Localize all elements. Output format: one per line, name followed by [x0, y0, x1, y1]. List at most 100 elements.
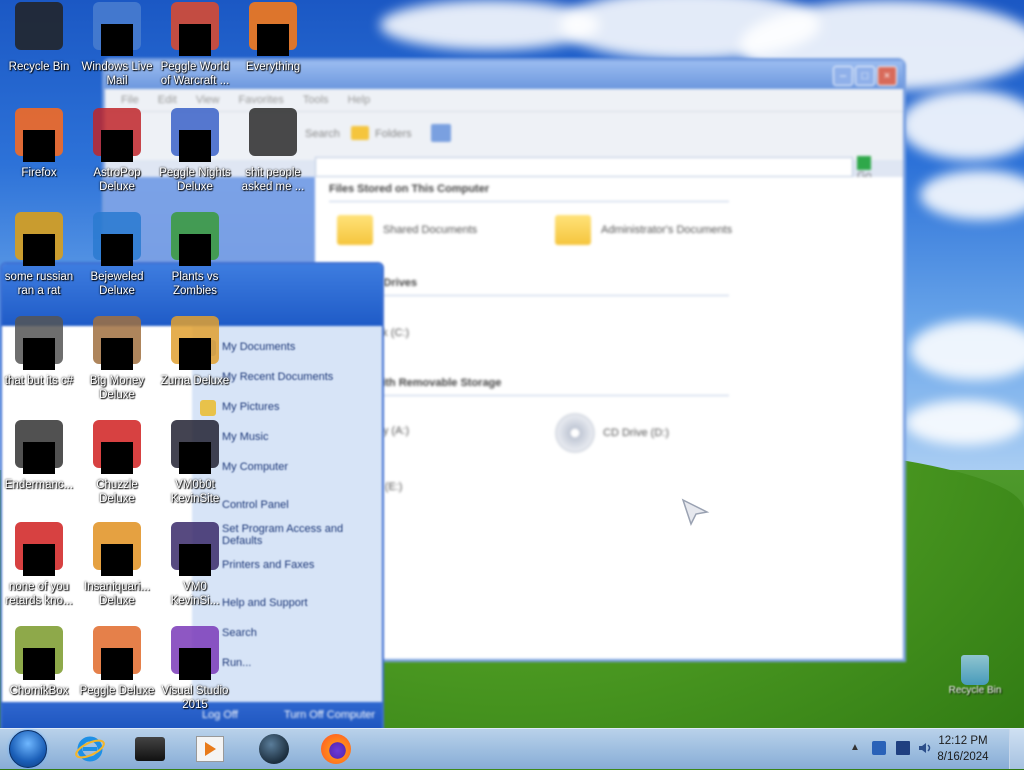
desktop-icon-label: Peggle Nights Deluxe — [159, 167, 231, 193]
desktop-icon-label: shit people asked me ... — [241, 167, 305, 193]
desktop-icon[interactable]: Big Money Deluxe — [78, 316, 156, 408]
start-item-program-access[interactable]: Set Program Access and Defaults — [222, 523, 362, 547]
redaction-box — [179, 544, 211, 576]
desktop-icon[interactable]: ChomikBox — [0, 626, 78, 718]
taskbar-globe-app[interactable] — [252, 731, 296, 767]
folders-toolbar-button[interactable]: Folders — [375, 128, 412, 140]
desktop-icon[interactable]: Plants vs Zombies — [156, 212, 234, 304]
redaction-box — [101, 130, 133, 162]
start-button[interactable] — [6, 730, 50, 768]
desktop-icon-label: Peggle World of Warcraft ... — [160, 61, 230, 87]
admin-documents-item[interactable]: Administrator's Documents — [555, 215, 732, 245]
menu-favorites[interactable]: Favorites — [239, 94, 284, 106]
desktop-icon[interactable]: Bejeweled Deluxe — [78, 212, 156, 304]
desktop-icon-label: Endermanc... — [4, 479, 74, 491]
desktop-icon[interactable]: AstroPop Deluxe — [78, 108, 156, 200]
desktop-icon[interactable]: Peggle Deluxe — [78, 626, 156, 718]
redaction-box — [101, 442, 133, 474]
turn-off-button[interactable]: Turn Off Computer — [284, 709, 375, 721]
desktop-icon[interactable]: Peggle World of Warcraft ... — [156, 2, 234, 94]
maximize-button[interactable]: □ — [855, 66, 875, 86]
show-hidden-icons-icon[interactable]: ▲ — [850, 742, 864, 756]
desktop-icon[interactable]: Firefox — [0, 108, 78, 200]
taskbar-black-app[interactable] — [128, 731, 172, 767]
shared-documents-item[interactable]: Shared Documents — [337, 215, 477, 245]
globe-app-icon — [259, 734, 289, 764]
start-item-help[interactable]: Help and Support — [222, 597, 308, 609]
desktop-icon[interactable]: none of you retards kno... — [0, 522, 78, 614]
tray-app-icon[interactable] — [872, 741, 886, 755]
black-app-icon — [135, 737, 165, 761]
media-player-icon — [196, 736, 224, 762]
address-bar-input[interactable] — [315, 157, 853, 177]
desktop-icon-label: Recycle Bin — [8, 61, 70, 73]
cd-drive-icon — [555, 413, 595, 453]
desktop-icon-label: VM0b0t KevinSite — [170, 479, 220, 505]
redaction-box — [23, 130, 55, 162]
redaction-box — [23, 442, 55, 474]
item-label: Administrator's Documents — [601, 223, 733, 236]
section-divider — [329, 395, 729, 396]
desktop-icon[interactable]: Visual Studio 2015 — [156, 626, 234, 718]
desktop-icon[interactable]: Peggle Nights Deluxe — [156, 108, 234, 200]
minimize-button[interactable]: – — [833, 66, 853, 86]
redaction-box — [23, 234, 55, 266]
desktop-icon[interactable]: shit people asked me ... — [234, 108, 312, 200]
menu-help[interactable]: Help — [348, 94, 371, 106]
folder-icon — [351, 126, 369, 140]
menu-file[interactable]: File — [121, 94, 139, 106]
taskbar-internet-explorer[interactable] — [68, 731, 112, 767]
desktop-icon-label: Chuzzle Deluxe — [96, 479, 138, 505]
redaction-box — [179, 648, 211, 680]
start-item-printers[interactable]: Printers and Faxes — [222, 559, 314, 571]
desktop-icon-label: Windows Live Mail — [81, 61, 153, 87]
taskbar-media-player[interactable] — [188, 731, 232, 767]
clock[interactable]: 12:12 PM 8/16/2024 — [928, 733, 998, 765]
menu-view[interactable]: View — [196, 94, 220, 106]
recycle-bin-icon — [15, 2, 63, 50]
cd-drive-item[interactable]: CD Drive (D:) — [555, 413, 669, 453]
clock-time: 12:12 PM — [938, 735, 988, 747]
item-label: CD Drive (D:) — [603, 426, 669, 439]
firefox-icon — [321, 734, 351, 764]
desktop-icon[interactable]: Windows Live Mail — [78, 2, 156, 94]
views-icon[interactable] — [431, 124, 451, 142]
window-content: Files Stored on This Computer Shared Doc… — [315, 177, 903, 659]
desktop-icon-label: Firefox — [21, 167, 57, 179]
desktop-icon[interactable]: Zuma Deluxe — [156, 316, 234, 408]
taskbar-firefox[interactable] — [314, 731, 358, 767]
internet-explorer-icon — [75, 736, 105, 762]
desktop-icon-label: ChomikBox — [9, 685, 69, 697]
desktop-icon-label: Visual Studio 2015 — [161, 685, 229, 711]
desktop-icon[interactable]: Insaniquari... Deluxe — [78, 522, 156, 614]
folder-icon — [337, 215, 373, 245]
desktop-icon-label: Big Money Deluxe — [89, 375, 145, 401]
desktop-icon[interactable]: Recycle Bin — [0, 2, 78, 94]
redaction-box — [179, 442, 211, 474]
desktop-icon[interactable]: Everything — [234, 2, 312, 94]
menu-tools[interactable]: Tools — [303, 94, 329, 106]
recycle-bin-label: Recycle Bin — [948, 685, 1002, 696]
desktop-recycle-bin-right[interactable]: Recycle Bin — [940, 655, 1010, 696]
desktop-icon[interactable]: that but its c# — [0, 316, 78, 408]
section-divider — [329, 201, 729, 202]
menu-edit[interactable]: Edit — [158, 94, 177, 106]
start-item-recent-documents[interactable]: My Recent Documents — [222, 371, 333, 383]
redaction-box — [101, 24, 133, 56]
redaction-box — [257, 24, 289, 56]
cloud — [380, 0, 600, 50]
redaction-box — [23, 648, 55, 680]
close-button[interactable]: × — [877, 66, 897, 86]
desktop-icon[interactable]: some russian ran a rat — [0, 212, 78, 304]
go-button[interactable]: Go — [857, 156, 885, 182]
recycle-bin-icon — [961, 655, 989, 685]
desktop-icon[interactable]: VM0b0t KevinSite — [156, 420, 234, 512]
folder-icon — [249, 108, 297, 156]
desktop-icon[interactable]: VM0 KevinSi... — [156, 522, 234, 614]
desktop-icon[interactable]: Chuzzle Deluxe — [78, 420, 156, 512]
redaction-box — [23, 338, 55, 370]
show-desktop-button[interactable] — [1009, 729, 1024, 769]
desktop-icon[interactable]: Endermanc... — [0, 420, 78, 512]
network-icon[interactable] — [896, 741, 910, 755]
desktop-icon-label: Everything — [245, 61, 301, 73]
